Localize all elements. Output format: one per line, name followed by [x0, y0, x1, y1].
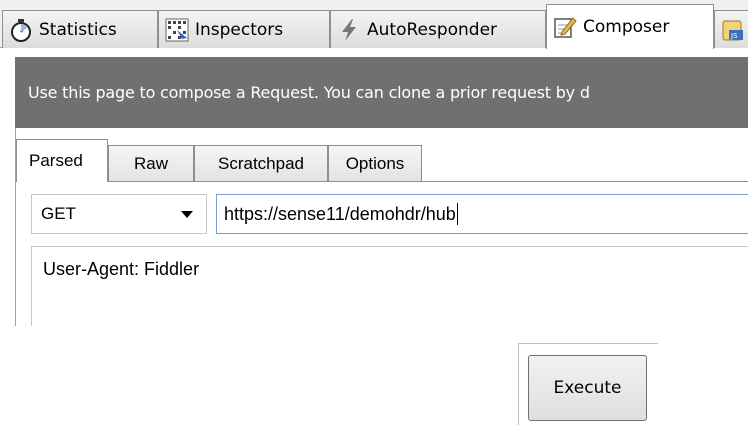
subtab-scratchpad-label: Scratchpad [218, 154, 304, 173]
json-script-icon: JS [722, 20, 743, 40]
inspectors-grid-icon [165, 18, 189, 41]
execute-button[interactable]: Execute [528, 355, 647, 421]
stopwatch-icon [11, 18, 31, 42]
execute-area-splitter[interactable] [518, 343, 519, 425]
tab-json[interactable]: JS [714, 10, 748, 48]
http-method-select[interactable]: GET [31, 194, 207, 234]
tab-autoresponder-label: AutoResponder [367, 19, 498, 40]
subtab-raw[interactable]: Raw [108, 145, 194, 182]
url-input[interactable]: https://sense11/demohdr/hub [216, 194, 748, 234]
execute-button-label: Execute [553, 378, 622, 398]
subtab-parsed-label: Parsed [29, 151, 83, 170]
subtab-raw-label: Raw [133, 154, 168, 173]
tab-statistics-label: Statistics [39, 19, 117, 40]
compose-pencil-icon [554, 17, 577, 38]
lightning-icon [342, 18, 356, 41]
subtab-options-label: Options [345, 154, 405, 173]
chevron-down-icon[interactable] [181, 211, 193, 218]
url-value: https://sense11/demohdr/hub [224, 203, 456, 224]
banner-text: Use this page to compose a Request. You … [28, 83, 590, 102]
execute-area-divider [519, 343, 658, 344]
tab-composer-label: Composer [583, 17, 670, 37]
composer-info-banner: Use this page to compose a Request. You … [15, 57, 748, 128]
request-headers-textarea[interactable]: User-Agent: Fiddler [31, 246, 748, 336]
main-tab-strip: Statistics Inspectors AutoResponder Comp… [0, 0, 748, 49]
request-headers-value: User-Agent: Fiddler [43, 259, 200, 279]
tab-inspectors-label: Inspectors [195, 19, 284, 40]
subtab-parsed[interactable]: Parsed [16, 139, 108, 182]
subtab-divider [16, 181, 748, 182]
tab-inspectors[interactable]: Inspectors [158, 10, 330, 48]
tab-composer[interactable]: Composer [546, 4, 714, 49]
svg-text:JS: JS [730, 32, 738, 40]
tab-autoresponder[interactable]: AutoResponder [330, 10, 546, 48]
composer-subtabs: Parsed Raw Scratchpad Options [16, 139, 748, 182]
text-cursor [456, 203, 458, 225]
tab-statistics[interactable]: Statistics [2, 10, 158, 48]
subtab-scratchpad[interactable]: Scratchpad [194, 145, 328, 182]
http-method-value: GET [41, 204, 76, 223]
subtab-options[interactable]: Options [328, 145, 422, 182]
